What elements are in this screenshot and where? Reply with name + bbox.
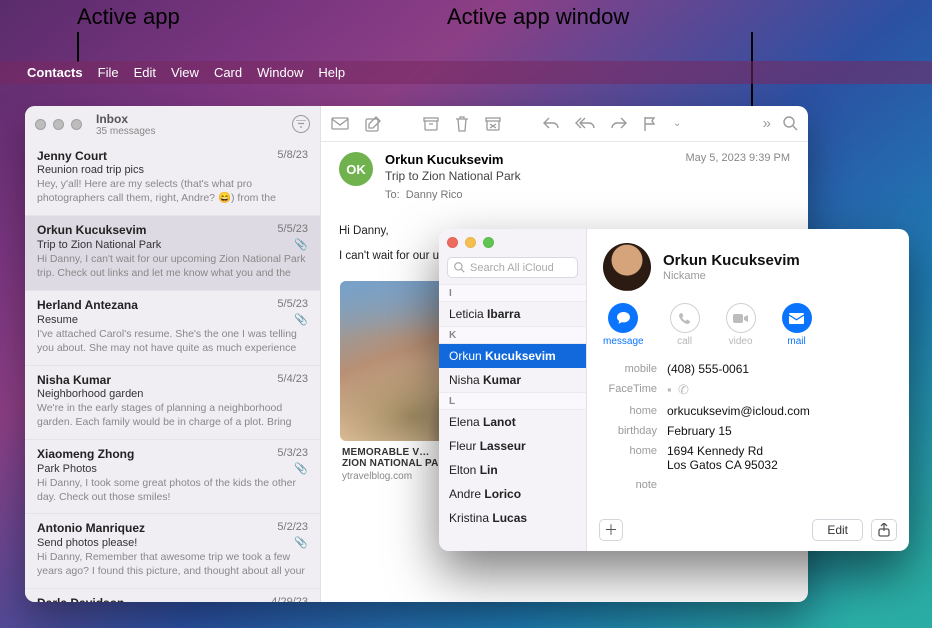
menubar: Contacts File Edit View Card Window Help [0, 61, 932, 84]
contacts-search-input[interactable]: Search All iCloud [447, 257, 578, 278]
field-label-mobile: mobile [603, 362, 667, 375]
menu-file[interactable]: File [98, 65, 119, 80]
contacts-list-item[interactable]: Orkun Kucuksevim [439, 344, 586, 368]
menu-edit[interactable]: Edit [134, 65, 156, 80]
mail-toolbar: ⌄ » [321, 106, 808, 142]
sender-avatar[interactable]: OK [339, 152, 373, 186]
message-to[interactable]: Danny Rico [406, 189, 463, 201]
field-label-note: note [603, 478, 667, 491]
traffic-lights [447, 237, 494, 248]
contacts-list-item[interactable]: Leticia Ibarra [439, 302, 586, 326]
to-label: To: [385, 189, 400, 201]
message-button[interactable]: message [603, 303, 644, 347]
field-label-birthday: birthday [603, 424, 667, 437]
message-list-item[interactable]: Xiaomeng Zhong5/3/23 Park Photos📎 Hi Dan… [25, 440, 320, 514]
field-value-home-addr[interactable]: 1694 Kennedy RdLos Gatos CA 95032 [667, 444, 778, 472]
menu-card[interactable]: Card [214, 65, 242, 80]
message-list-item[interactable]: Orkun Kucuksevim5/5/23 Trip to Zion Nati… [25, 216, 320, 291]
trash-icon[interactable] [455, 116, 469, 132]
chevron-down-icon[interactable]: ⌄ [673, 118, 681, 129]
message-list[interactable]: Jenny Court5/8/23 Reunion road trip pics… [25, 142, 320, 602]
attachment-icon: 📎 [294, 238, 308, 251]
attachment-icon: 📎 [294, 462, 308, 475]
contacts-list[interactable]: ILeticia IbarraKOrkun KucuksevimNisha Ku… [439, 284, 586, 551]
message-list-item[interactable]: Nisha Kumar5/4/23 Neighborhood garden We… [25, 366, 320, 440]
field-value-mobile[interactable]: (408) 555-0061 [667, 362, 749, 376]
field-value-birthday: February 15 [667, 424, 732, 438]
share-button[interactable] [871, 519, 897, 541]
contacts-list-item[interactable]: Kristina Lucas [439, 506, 586, 530]
contact-actions: message call video mail [587, 299, 909, 357]
video-button[interactable]: video [726, 303, 756, 347]
message-from[interactable]: Orkun Kucuksevim [385, 152, 685, 167]
forward-icon[interactable] [611, 117, 627, 130]
contacts-list-item[interactable]: Elton Lin [439, 458, 586, 482]
contacts-sidebar: Search All iCloud ILeticia IbarraKOrkun … [439, 229, 587, 551]
message-date: May 5, 2023 9:39 PM [685, 152, 790, 201]
contacts-window: Search All iCloud ILeticia IbarraKOrkun … [439, 229, 909, 551]
flag-icon[interactable] [643, 116, 657, 132]
search-icon[interactable] [783, 116, 798, 131]
contact-name: Orkun Kucuksevim [663, 252, 800, 269]
reply-icon[interactable] [543, 117, 559, 130]
mail-button[interactable]: mail [782, 303, 812, 347]
envelope-icon[interactable] [331, 117, 349, 130]
compose-icon[interactable] [365, 116, 381, 132]
field-label-home-email: home [603, 404, 667, 417]
attachment-icon: 📎 [294, 536, 308, 549]
contacts-section-header: I [439, 284, 586, 302]
contacts-list-item[interactable]: Andre Lorico [439, 482, 586, 506]
field-label-home-addr: home [603, 444, 667, 457]
contact-avatar[interactable] [603, 243, 651, 291]
message-list-item[interactable]: Jenny Court5/8/23 Reunion road trip pics… [25, 142, 320, 216]
callout-active-window: Active app window [447, 4, 629, 30]
contacts-list-item[interactable]: Nisha Kumar [439, 368, 586, 392]
menubar-app[interactable]: Contacts [27, 65, 83, 80]
facetime-video-icon[interactable]: ▪ [667, 382, 675, 397]
search-icon [454, 262, 465, 273]
reply-all-icon[interactable] [575, 117, 595, 130]
field-value-home-email[interactable]: orkucuksevim@icloud.com [667, 404, 810, 418]
minimize-icon[interactable] [465, 237, 476, 248]
contacts-section-header: L [439, 392, 586, 410]
message-list-item[interactable]: Darla Davidson4/29/23 The best vacation📎… [25, 589, 320, 602]
message-list-item[interactable]: Antonio Manriquez5/2/23 Send photos plea… [25, 514, 320, 589]
inbox-title: Inbox [96, 112, 284, 126]
inbox-count: 35 messages [96, 126, 284, 137]
mail-sidebar-header: Inbox 35 messages [25, 106, 320, 142]
edit-button[interactable]: Edit [812, 519, 863, 541]
close-icon[interactable] [35, 119, 46, 130]
call-button[interactable]: call [670, 303, 700, 347]
contacts-section-header: K [439, 326, 586, 344]
contacts-list-item[interactable]: Fleur Lasseur [439, 434, 586, 458]
message-subject: Trip to Zion National Park [385, 169, 685, 183]
menu-help[interactable]: Help [318, 65, 345, 80]
contacts-titlebar [439, 229, 586, 255]
contacts-list-item[interactable]: Elena Lanot [439, 410, 586, 434]
contact-nickname: Nickame [663, 270, 800, 282]
message-header: OK Orkun Kucuksevim Trip to Zion Nationa… [321, 142, 808, 211]
menu-window[interactable]: Window [257, 65, 303, 80]
contact-fields: mobile(408) 555-0061 FaceTime▪ ✆ homeork… [587, 357, 909, 494]
mail-sidebar: Inbox 35 messages Jenny Court5/8/23 Reun… [25, 106, 321, 602]
callout-active-app: Active app [77, 4, 180, 30]
add-field-button[interactable]: ＋ [599, 519, 623, 541]
message-list-item[interactable]: Herland Antezana5/5/23 Resume📎 I've atta… [25, 291, 320, 366]
facetime-audio-icon[interactable]: ✆ [678, 382, 692, 397]
attachment-icon: 📎 [294, 313, 308, 326]
filter-icon[interactable] [292, 115, 310, 133]
zoom-icon[interactable] [71, 119, 82, 130]
field-label-facetime: FaceTime [603, 382, 667, 395]
search-placeholder: Search All iCloud [470, 262, 571, 274]
minimize-icon[interactable] [53, 119, 64, 130]
close-icon[interactable] [447, 237, 458, 248]
more-icon[interactable]: » [763, 115, 771, 132]
archive-icon[interactable] [423, 117, 439, 131]
traffic-lights-inactive[interactable] [35, 119, 82, 130]
zoom-icon[interactable] [483, 237, 494, 248]
junk-icon[interactable] [485, 117, 501, 131]
menu-view[interactable]: View [171, 65, 199, 80]
callout-line [77, 32, 79, 62]
contact-card: Orkun Kucuksevim Nickame message call vi… [587, 229, 909, 551]
